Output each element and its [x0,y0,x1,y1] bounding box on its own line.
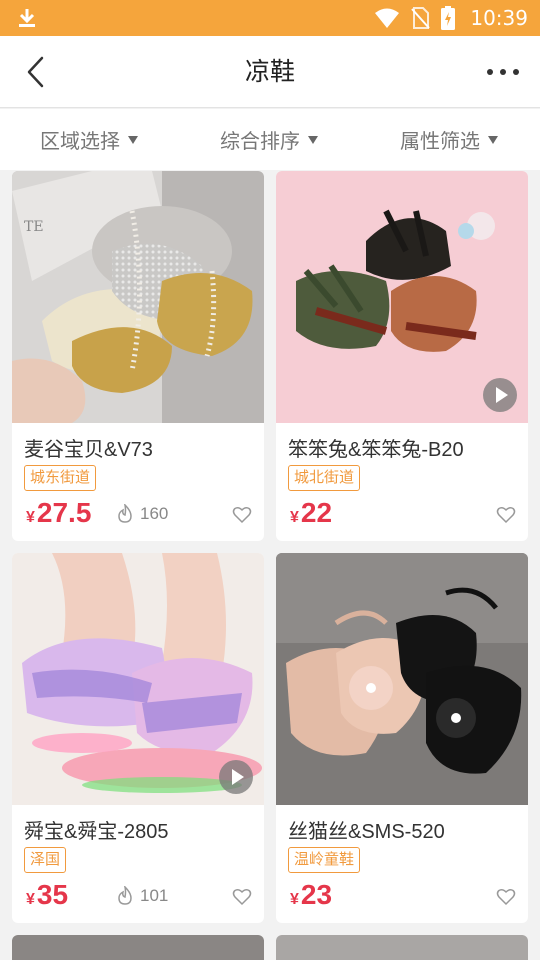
filter-sort-label: 综合排序 [220,131,300,153]
currency-symbol: ¥ [26,891,35,908]
filter-bar: 区域选择 综合排序 属性筛选 [0,109,540,170]
currency-symbol: ¥ [26,509,35,526]
caret-down-icon [488,135,498,144]
top-nav: 凉鞋 [0,36,540,108]
product-card[interactable]: 丝猫丝&SMS-520 温岭童鞋 ¥ 23 [276,553,528,923]
currency-symbol: ¥ [290,509,299,526]
price-value: 27.5 [36,497,92,528]
heart-icon[interactable] [496,887,516,907]
heart-icon[interactable] [232,887,252,907]
page-title: 凉鞋 [244,58,295,86]
no-sim-icon [411,7,431,29]
product-card[interactable]: 笨笨兔&笨笨兔-B20 城北街道 ¥ 22 [276,171,528,541]
location-tag: 温岭童鞋 [288,847,361,873]
more-options-icon[interactable] [486,60,520,84]
flame-icon [118,886,132,905]
product-image [276,553,528,805]
wifi-icon [375,8,400,28]
popularity-count: 160 [140,504,169,523]
play-video-icon[interactable] [218,759,254,795]
currency-symbol: ¥ [290,891,299,908]
heart-icon[interactable] [496,505,516,525]
filter-attributes[interactable]: 属性筛选 [400,109,498,170]
price-value: 22 [300,497,333,528]
product-image [276,935,528,960]
product-name: 笨笨兔&笨笨兔-B20 [288,439,464,461]
flame-icon [118,504,132,523]
filter-region-label: 区域选择 [40,131,120,153]
popularity: 101 [116,886,168,906]
filter-attributes-label: 属性筛选 [400,131,480,153]
status-bar: 10:39 [0,0,540,36]
location-tag: 城东街道 [24,465,97,491]
battery-icon [441,6,456,30]
location-tag: 泽国 [24,847,67,873]
product-card[interactable]: 舜宝&舜宝-2805 泽国 ¥ 35 101 [12,553,264,923]
product-image [12,935,264,960]
download-icon [19,9,35,27]
product-image: TE [12,171,264,423]
product-image [276,171,528,423]
heart-icon[interactable] [232,505,252,525]
svg-text:TE: TE [24,219,44,235]
filter-sort[interactable]: 综合排序 [220,109,318,170]
caret-down-icon [128,135,138,144]
price-value: 35 [36,879,69,910]
product-price: ¥ 23 [290,879,332,911]
product-price: ¥ 22 [290,497,332,529]
product-card-partial[interactable] [276,935,528,960]
product-image [12,553,264,805]
popularity: 160 [116,504,168,524]
product-price: ¥ 27.5 [26,497,91,529]
caret-down-icon [308,135,318,144]
filter-region[interactable]: 区域选择 [40,109,138,170]
location-tag: 城北街道 [288,465,361,491]
product-name: 丝猫丝&SMS-520 [288,821,445,843]
popularity-count: 101 [140,886,169,905]
product-price: ¥ 35 [26,879,68,911]
product-name: 麦谷宝贝&V73 [24,439,153,461]
clock: 10:39 [470,6,528,30]
price-value: 23 [300,879,333,910]
product-name: 舜宝&舜宝-2805 [24,821,169,843]
product-card[interactable]: TE 麦谷宝贝&V73 城东街道 ¥ 27.5 160 [12,171,264,541]
play-video-icon[interactable] [482,377,518,413]
product-card-partial[interactable] [12,935,264,960]
